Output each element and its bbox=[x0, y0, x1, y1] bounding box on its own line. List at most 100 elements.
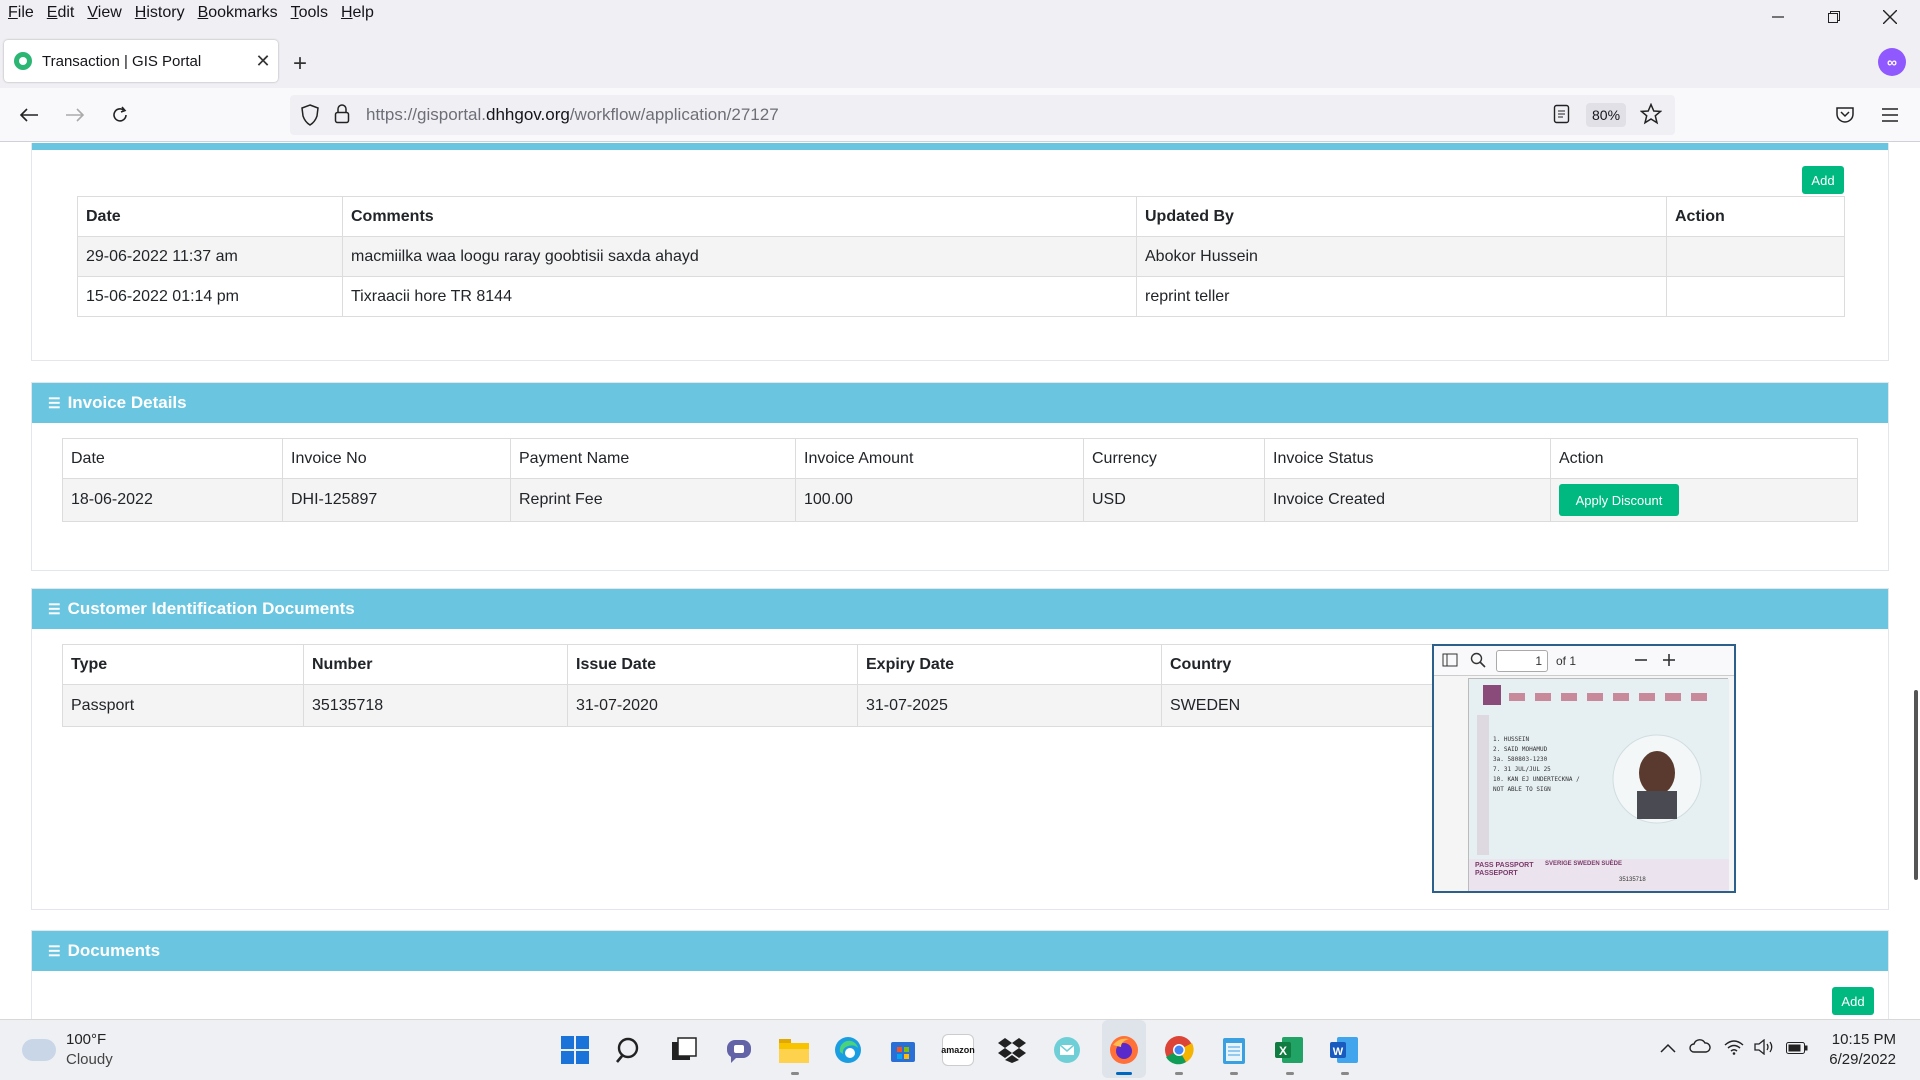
invoice-amount: 100.00 bbox=[795, 478, 1084, 522]
list-icon: ☰ bbox=[48, 942, 61, 959]
hamburger-menu-icon bbox=[1882, 108, 1898, 122]
page-scrollbar-thumb[interactable] bbox=[1914, 690, 1918, 880]
pdf-page-number-input[interactable]: 1 bbox=[1496, 650, 1548, 672]
menu-help[interactable]: Help bbox=[333, 4, 379, 22]
amazon-app-button[interactable]: amazon bbox=[941, 1034, 975, 1066]
battery-button[interactable] bbox=[1786, 1041, 1808, 1059]
mail-app-button[interactable] bbox=[1051, 1034, 1083, 1066]
clock-date: 6/29/2022 bbox=[1829, 1051, 1896, 1068]
lock-icon[interactable] bbox=[334, 104, 350, 124]
comments-table: Date Comments Updated By Action 29-06-20… bbox=[77, 196, 1845, 317]
tab-transaction[interactable]: Transaction | GIS Portal ✕ bbox=[4, 40, 278, 82]
back-arrow-icon bbox=[19, 108, 38, 122]
store-icon bbox=[891, 1042, 915, 1062]
comment-date: 29-06-2022 11:37 am bbox=[77, 236, 343, 277]
running-indicator bbox=[791, 1072, 799, 1075]
chrome-button[interactable] bbox=[1163, 1034, 1195, 1066]
document-country: SWEDEN bbox=[1161, 684, 1434, 727]
invoice-currency: USD bbox=[1083, 478, 1265, 522]
onedrive-button[interactable] bbox=[1689, 1039, 1711, 1058]
invoice-details-title: Invoice Details bbox=[67, 393, 187, 412]
firefox-button[interactable] bbox=[1108, 1034, 1140, 1066]
documents-title: Documents bbox=[67, 941, 161, 960]
menu-history[interactable]: History bbox=[127, 4, 190, 22]
volume-icon bbox=[1754, 1038, 1773, 1056]
passport-data-fields: 1. HUSSEIN 2. SAID MOHAMUD 3a. 580803-12… bbox=[1493, 736, 1580, 793]
comments-panel: Add Date Comments Updated By Action 29-0… bbox=[31, 143, 1889, 361]
menu-bar: File Edit View History Bookmarks Tools H… bbox=[0, 0, 1920, 26]
weather-widget[interactable]: 100°F Cloudy bbox=[22, 1030, 113, 1070]
add-document-button[interactable]: Add bbox=[1832, 987, 1874, 1015]
onedrive-cloud-icon bbox=[1689, 1039, 1711, 1053]
address-bar[interactable]: https://gisportal.dhhgov.org/workflow/ap… bbox=[290, 95, 1675, 135]
wifi-button[interactable] bbox=[1724, 1039, 1744, 1060]
zoom-in-icon[interactable] bbox=[1662, 652, 1676, 668]
url-text[interactable]: https://gisportal.dhhgov.org/workflow/ap… bbox=[366, 105, 779, 125]
reload-button[interactable] bbox=[105, 100, 135, 130]
excel-button[interactable]: X bbox=[1273, 1034, 1305, 1066]
comment-text: Tixraacii hore TR 8144 bbox=[342, 276, 1137, 317]
table-row: 18-06-2022 DHI-125897 Reprint Fee 100.00… bbox=[62, 478, 1858, 522]
microsoft-store-button[interactable] bbox=[887, 1034, 919, 1066]
menu-tools[interactable]: Tools bbox=[283, 4, 333, 22]
pocket-button[interactable] bbox=[1830, 100, 1860, 130]
restore-icon bbox=[1828, 11, 1840, 23]
windows-logo-icon bbox=[561, 1036, 589, 1064]
pdf-search-icon[interactable] bbox=[1470, 652, 1486, 668]
forward-button[interactable] bbox=[60, 100, 90, 130]
apply-discount-button[interactable]: Apply Discount bbox=[1559, 484, 1679, 516]
back-button[interactable] bbox=[14, 100, 44, 130]
column-header-currency: Currency bbox=[1083, 438, 1265, 479]
notepad-button[interactable] bbox=[1218, 1034, 1250, 1066]
volume-button[interactable] bbox=[1754, 1038, 1776, 1060]
task-view-button[interactable] bbox=[668, 1034, 700, 1066]
page-viewport: Add Date Comments Updated By Action 29-0… bbox=[0, 143, 1920, 1019]
svg-text:X: X bbox=[1279, 1044, 1287, 1058]
menu-edit[interactable]: Edit bbox=[39, 4, 80, 22]
column-header-invoice-status: Invoice Status bbox=[1264, 438, 1551, 479]
column-header-updated-by: Updated By bbox=[1136, 196, 1667, 237]
svg-text:W: W bbox=[1333, 1046, 1344, 1058]
comments-panel-header bbox=[32, 143, 1888, 150]
new-tab-button[interactable]: + bbox=[293, 50, 307, 78]
zoom-level[interactable]: 80% bbox=[1586, 103, 1627, 127]
clock-time: 10:15 PM bbox=[1831, 1031, 1896, 1048]
minimize-icon bbox=[1772, 16, 1784, 18]
edge-browser-button[interactable] bbox=[832, 1034, 864, 1066]
column-header-country: Country bbox=[1161, 644, 1434, 685]
pdf-viewer[interactable]: 1 of 1 1. HUSSEIN 2. SAID MOHAMUD 3a. 58… bbox=[1432, 644, 1736, 893]
account-icon[interactable]: ∞ bbox=[1878, 48, 1906, 76]
app-menu-button[interactable] bbox=[1875, 100, 1905, 130]
invoice-payment-name: Reprint Fee bbox=[510, 478, 796, 522]
bookmark-star-icon[interactable] bbox=[1640, 103, 1662, 125]
zoom-out-icon[interactable] bbox=[1634, 652, 1648, 668]
tracking-shield-icon[interactable] bbox=[300, 104, 320, 126]
tab-close-icon[interactable]: ✕ bbox=[248, 51, 278, 72]
dropbox-button[interactable] bbox=[996, 1034, 1028, 1066]
customer-id-documents-title: Customer Identification Documents bbox=[67, 599, 355, 618]
cloud-icon bbox=[22, 1039, 56, 1061]
teams-chat-button[interactable] bbox=[723, 1034, 755, 1066]
page-scrollbar[interactable] bbox=[1908, 143, 1920, 1019]
menu-bookmarks[interactable]: Bookmarks bbox=[190, 4, 283, 22]
show-hidden-icons-button[interactable] bbox=[1660, 1040, 1676, 1058]
passport-country-line: SVERIGE SWEDEN SUÈDE bbox=[1545, 861, 1623, 867]
passport-type-label: PASS PASSPORT PASSEPORT bbox=[1475, 862, 1534, 877]
start-button[interactable] bbox=[559, 1034, 591, 1066]
search-button[interactable] bbox=[614, 1034, 646, 1066]
running-indicator bbox=[1230, 1072, 1238, 1075]
reader-view-icon[interactable] bbox=[1553, 104, 1571, 124]
menu-file[interactable]: File bbox=[0, 4, 39, 22]
invoice-status: Invoice Created bbox=[1264, 478, 1551, 522]
weather-temperature: 100°F bbox=[66, 1031, 107, 1048]
comment-action bbox=[1666, 276, 1845, 317]
word-button[interactable]: W bbox=[1328, 1034, 1360, 1066]
system-clock[interactable]: 10:15 PM 6/29/2022 bbox=[1829, 1030, 1896, 1070]
sidebar-toggle-icon[interactable] bbox=[1442, 652, 1458, 668]
add-comment-button[interactable]: Add bbox=[1802, 166, 1844, 194]
column-header-invoice-no: Invoice No bbox=[282, 438, 511, 479]
file-explorer-button[interactable] bbox=[778, 1034, 810, 1066]
column-header-type: Type bbox=[62, 644, 304, 685]
menu-view[interactable]: View bbox=[79, 4, 126, 22]
column-header-payment-name: Payment Name bbox=[510, 438, 796, 479]
